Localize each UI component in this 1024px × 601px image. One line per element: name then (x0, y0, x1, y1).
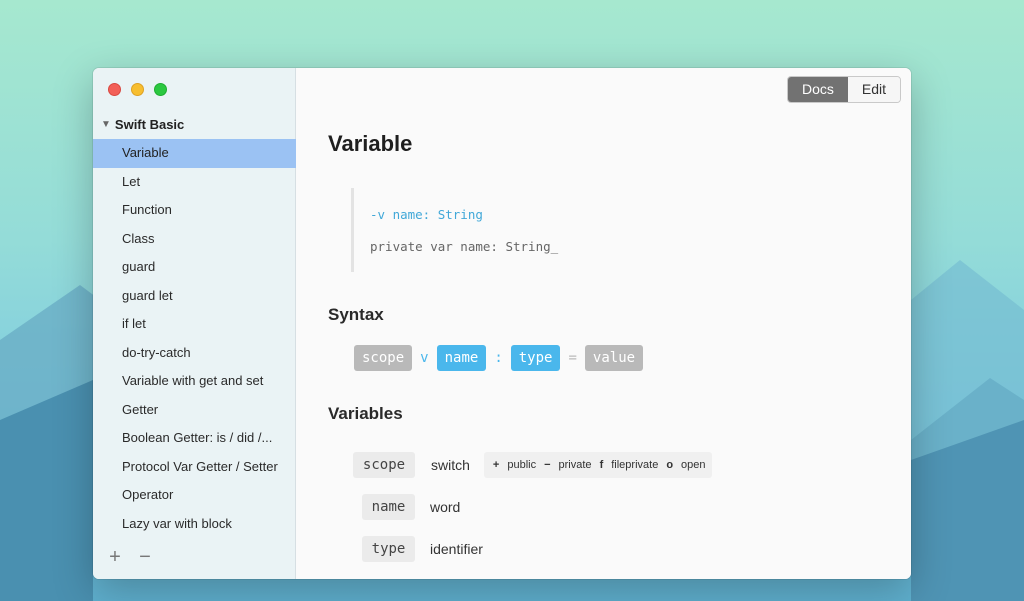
syntax-token-type: type (510, 345, 561, 371)
sidebar-item-operator[interactable]: Operator (93, 481, 296, 510)
open-label: open (681, 459, 706, 471)
syntax-token-scope: scope (354, 345, 413, 371)
view-mode-segmented-control: Docs Edit (786, 76, 901, 103)
sidebar-item-do-try-catch[interactable]: do-try-catch (93, 339, 296, 368)
app-window: ▼ Swift Basic Variable Let Function Clas… (93, 68, 911, 579)
variables-heading: Variables (328, 404, 403, 423)
fileprivate-symbol: f (599, 459, 604, 471)
variable-row-name: name word (362, 494, 460, 520)
code-expanded-line: private var name: String_ (370, 239, 559, 254)
variable-key: scope (353, 452, 415, 478)
sidebar-item-variable-get-set[interactable]: Variable with get and set (93, 367, 296, 396)
private-label: private (558, 459, 592, 471)
sidebar-item-guard-let[interactable]: guard let (93, 282, 296, 311)
sidebar-item-getter[interactable]: Getter (93, 396, 296, 425)
public-label: public (507, 459, 537, 471)
edit-tab[interactable]: Edit (847, 77, 900, 102)
syntax-heading: Syntax (328, 305, 384, 324)
minimize-window-button[interactable] (131, 83, 144, 96)
sidebar-item-class[interactable]: Class (93, 225, 296, 254)
variable-row-scope: scope switch + public − private f filepr… (353, 452, 712, 478)
variable-key: type (362, 536, 415, 562)
sidebar-item-variable[interactable]: Variable (93, 139, 296, 168)
close-window-button[interactable] (108, 83, 121, 96)
variable-value: switch (431, 457, 470, 473)
sidebar-item-list: Variable Let Function Class guard guard … (93, 139, 296, 538)
syntax-token-equals: = (568, 350, 577, 366)
syntax-token-v: v (420, 350, 429, 366)
disclosure-triangle-icon[interactable]: ▼ (101, 119, 111, 130)
fileprivate-label: fileprivate (611, 459, 659, 471)
syntax-token-value: value (584, 345, 644, 371)
sidebar-group-swift-basic[interactable]: ▼ Swift Basic (101, 117, 184, 132)
docs-tab[interactable]: Docs (787, 77, 848, 102)
zoom-window-button[interactable] (154, 83, 167, 96)
code-example-block: -v name: String private var name: String… (351, 188, 558, 272)
page-title: Variable (328, 131, 413, 156)
private-symbol: − (544, 459, 551, 471)
sidebar-item-let[interactable]: Let (93, 168, 296, 197)
sidebar-item-if-let[interactable]: if let (93, 310, 296, 339)
window-controls (108, 83, 167, 96)
public-symbol: + (492, 459, 500, 471)
syntax-token-name: name (436, 345, 487, 371)
sidebar-item-protocol-var[interactable]: Protocol Var Getter / Setter (93, 453, 296, 482)
sidebar-item-function[interactable]: Function (93, 196, 296, 225)
sidebar-item-boolean-getter[interactable]: Boolean Getter: is / did /... (93, 424, 296, 453)
variable-row-type: type identifier (362, 536, 483, 562)
sidebar-group-label: Swift Basic (114, 117, 185, 132)
syntax-token-colon: : (494, 350, 503, 366)
open-symbol: o (666, 459, 674, 471)
sidebar-item-guard[interactable]: guard (93, 253, 296, 282)
sidebar-item-lazy-var[interactable]: Lazy var with block (93, 510, 296, 539)
add-item-button[interactable]: + (107, 547, 123, 567)
sidebar-footer: + − (107, 547, 153, 567)
code-shorthand-line: -v name: String (370, 207, 483, 222)
variable-value: identifier (430, 541, 483, 557)
variable-key: name (362, 494, 415, 520)
scope-options: + public − private f fileprivate o open (483, 452, 712, 478)
main-content: Docs Edit Variable -v name: String priva… (296, 68, 911, 579)
remove-item-button[interactable]: − (137, 547, 153, 567)
variable-value: word (430, 499, 461, 515)
syntax-token-row: scope v name : type = value (354, 345, 644, 371)
sidebar: ▼ Swift Basic Variable Let Function Clas… (93, 68, 296, 579)
